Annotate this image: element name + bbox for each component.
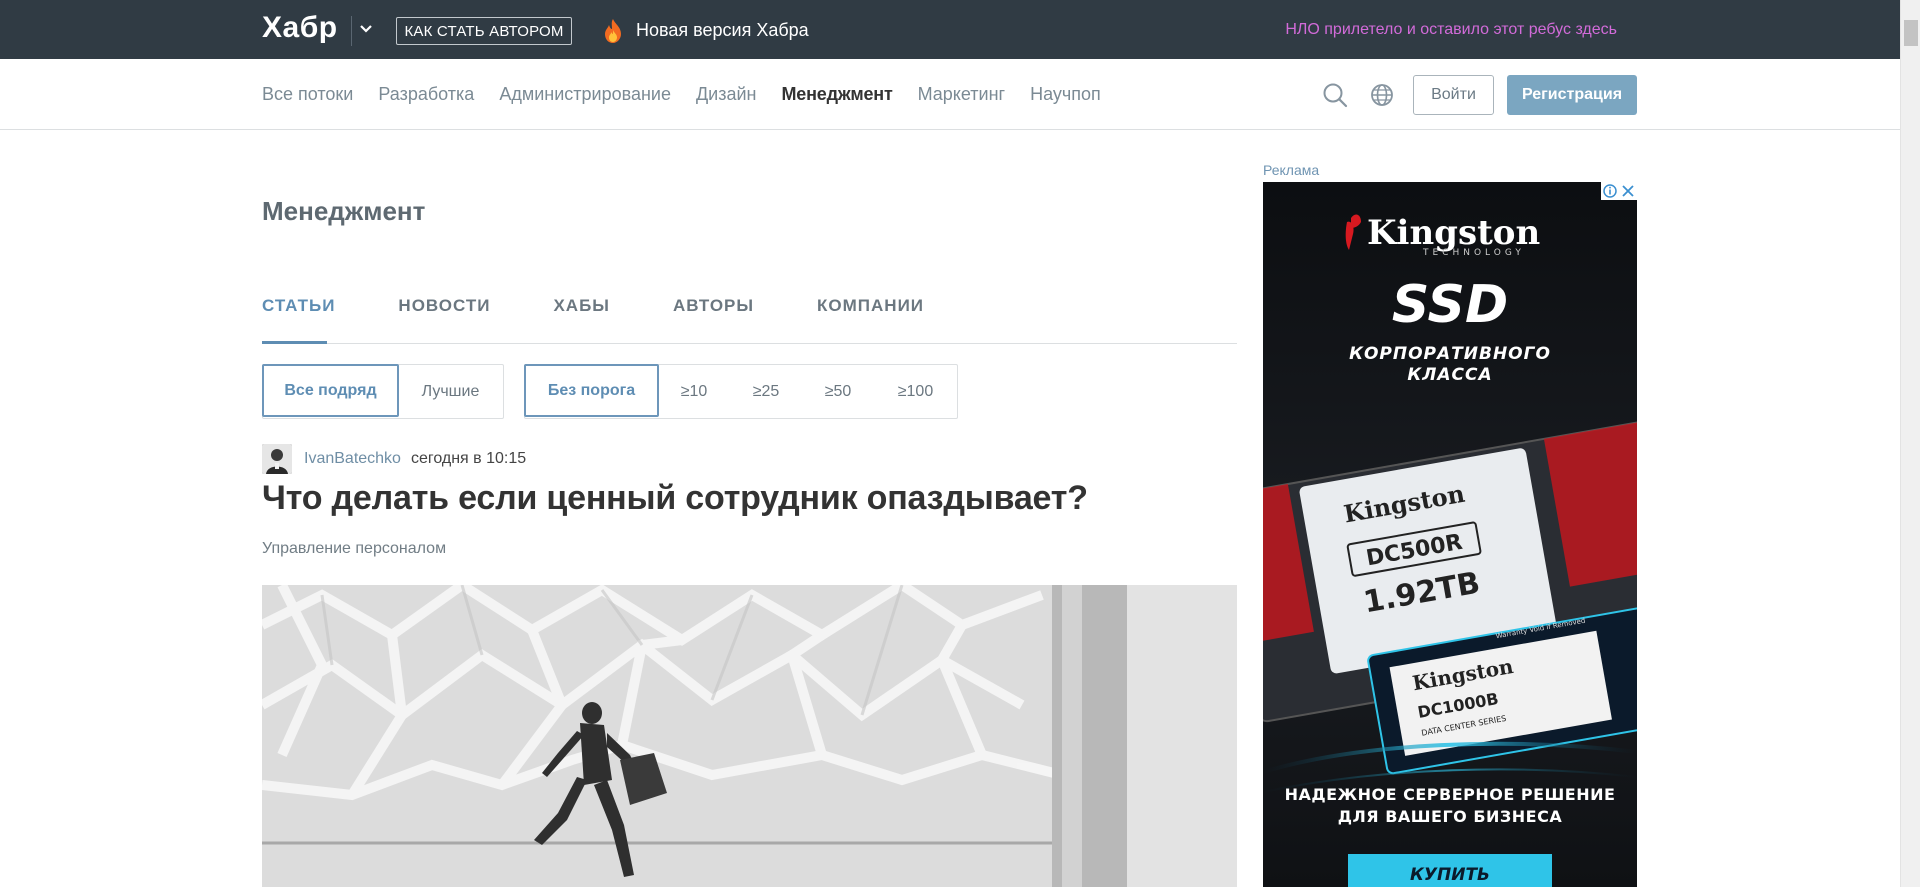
page-title: Менеджмент bbox=[262, 196, 426, 226]
filter-best[interactable]: Лучшие bbox=[398, 365, 503, 418]
nav-item-development[interactable]: Разработка bbox=[378, 84, 474, 105]
how-to-become-author-button[interactable]: Как стать автором bbox=[396, 17, 572, 45]
post-cover-image[interactable] bbox=[262, 585, 1237, 887]
avatar-image bbox=[262, 444, 292, 474]
ad-artwork: Kingston TECHNOLOGY SSD КОРПОРАТИВНОГО К… bbox=[1263, 182, 1637, 887]
top-bar: Хабр Как стать автором Новая версия Хабр… bbox=[0, 0, 1900, 59]
new-version-link[interactable]: Новая версия Хабра bbox=[636, 20, 809, 41]
author-link[interactable]: IvanBatechko bbox=[304, 450, 401, 468]
ad-tagline-2: КЛАССА bbox=[1407, 365, 1492, 385]
globe-icon[interactable] bbox=[1370, 83, 1394, 107]
threshold-filter-group: Без порога ≥10 ≥25 ≥50 ≥100 bbox=[524, 364, 958, 419]
login-button[interactable]: Войти bbox=[1413, 75, 1494, 115]
filter-25[interactable]: ≥25 bbox=[730, 365, 802, 418]
filter-all[interactable]: Все подряд bbox=[262, 364, 399, 417]
nav-item-all-flows[interactable]: Все потоки bbox=[262, 84, 353, 105]
post-hub-link[interactable]: Управление персоналом bbox=[262, 540, 446, 558]
nav-item-administration[interactable]: Администрирование bbox=[499, 84, 671, 105]
content-tabs: Статьи Новости Хабы Авторы Компании bbox=[262, 296, 987, 316]
nav-item-design[interactable]: Дизайн bbox=[696, 84, 757, 105]
ad-label: Реклама bbox=[1263, 162, 1320, 178]
nav-bar: Все потоки Разработка Администрирование … bbox=[0, 59, 1900, 130]
runner-illustration bbox=[262, 585, 1237, 887]
ad-tagline-1: КОРПОРАТИВНОГО bbox=[1349, 344, 1551, 364]
nav-item-marketing[interactable]: Маркетинг bbox=[918, 84, 1006, 105]
tab-companies[interactable]: Компании bbox=[817, 296, 924, 316]
sort-filter-group: Все подряд Лучшие bbox=[262, 364, 504, 419]
post-time: сегодня в 10:15 bbox=[410, 450, 527, 467]
fire-icon bbox=[605, 19, 621, 43]
post-meta: IvanBatechko сегодня в 10:15 bbox=[262, 444, 526, 474]
nav-item-management[interactable]: Менеджмент bbox=[782, 84, 893, 105]
ad-brand: Kingston bbox=[1367, 213, 1540, 253]
chevron-down-icon[interactable] bbox=[359, 22, 373, 36]
nav-items: Все потоки Разработка Администрирование … bbox=[262, 84, 1126, 105]
scrollbar[interactable] bbox=[1900, 0, 1920, 887]
logo-divider bbox=[351, 16, 352, 46]
filter-100[interactable]: ≥100 bbox=[874, 365, 957, 418]
ufo-link[interactable]: НЛО прилетело и оставило этот ребус здес… bbox=[1285, 21, 1617, 39]
filter-10[interactable]: ≥10 bbox=[658, 365, 730, 418]
tab-news[interactable]: Новости bbox=[398, 296, 490, 316]
active-tab-underline bbox=[262, 341, 327, 344]
nav-item-popsci[interactable]: Научпоп bbox=[1030, 84, 1101, 105]
scrollbar-thumb[interactable] bbox=[1904, 20, 1918, 46]
ad-close-icon bbox=[1619, 182, 1637, 200]
ad-slogan-1: НАДЕЖНОЕ СЕРВЕРНОЕ РЕШЕНИЕ bbox=[1285, 785, 1616, 804]
ad-cta: КУПИТЬ bbox=[1410, 865, 1490, 885]
habr-logo[interactable]: Хабр bbox=[262, 11, 338, 45]
ad-info-icon bbox=[1601, 182, 1619, 200]
filter-50[interactable]: ≥50 bbox=[802, 365, 874, 418]
register-button[interactable]: Регистрация bbox=[1507, 75, 1637, 115]
tab-authors[interactable]: Авторы bbox=[673, 296, 754, 316]
tabs-divider bbox=[262, 343, 1237, 344]
tab-hubs[interactable]: Хабы bbox=[553, 296, 609, 316]
ad-slogan-2: ДЛЯ ВАШЕГО БИЗНЕСА bbox=[1338, 807, 1563, 826]
avatar[interactable] bbox=[262, 444, 292, 474]
tab-articles[interactable]: Статьи bbox=[262, 296, 335, 316]
post-title[interactable]: Что делать если ценный сотрудник опаздыв… bbox=[262, 479, 1088, 518]
ad-brand-sub: TECHNOLOGY bbox=[1422, 248, 1525, 258]
ad-product: SSD bbox=[1392, 275, 1508, 335]
search-icon[interactable] bbox=[1322, 82, 1348, 108]
filter-no-threshold[interactable]: Без порога bbox=[524, 364, 659, 417]
kingston-ad-banner[interactable]: Kingston TECHNOLOGY SSD КОРПОРАТИВНОГО К… bbox=[1263, 182, 1637, 887]
